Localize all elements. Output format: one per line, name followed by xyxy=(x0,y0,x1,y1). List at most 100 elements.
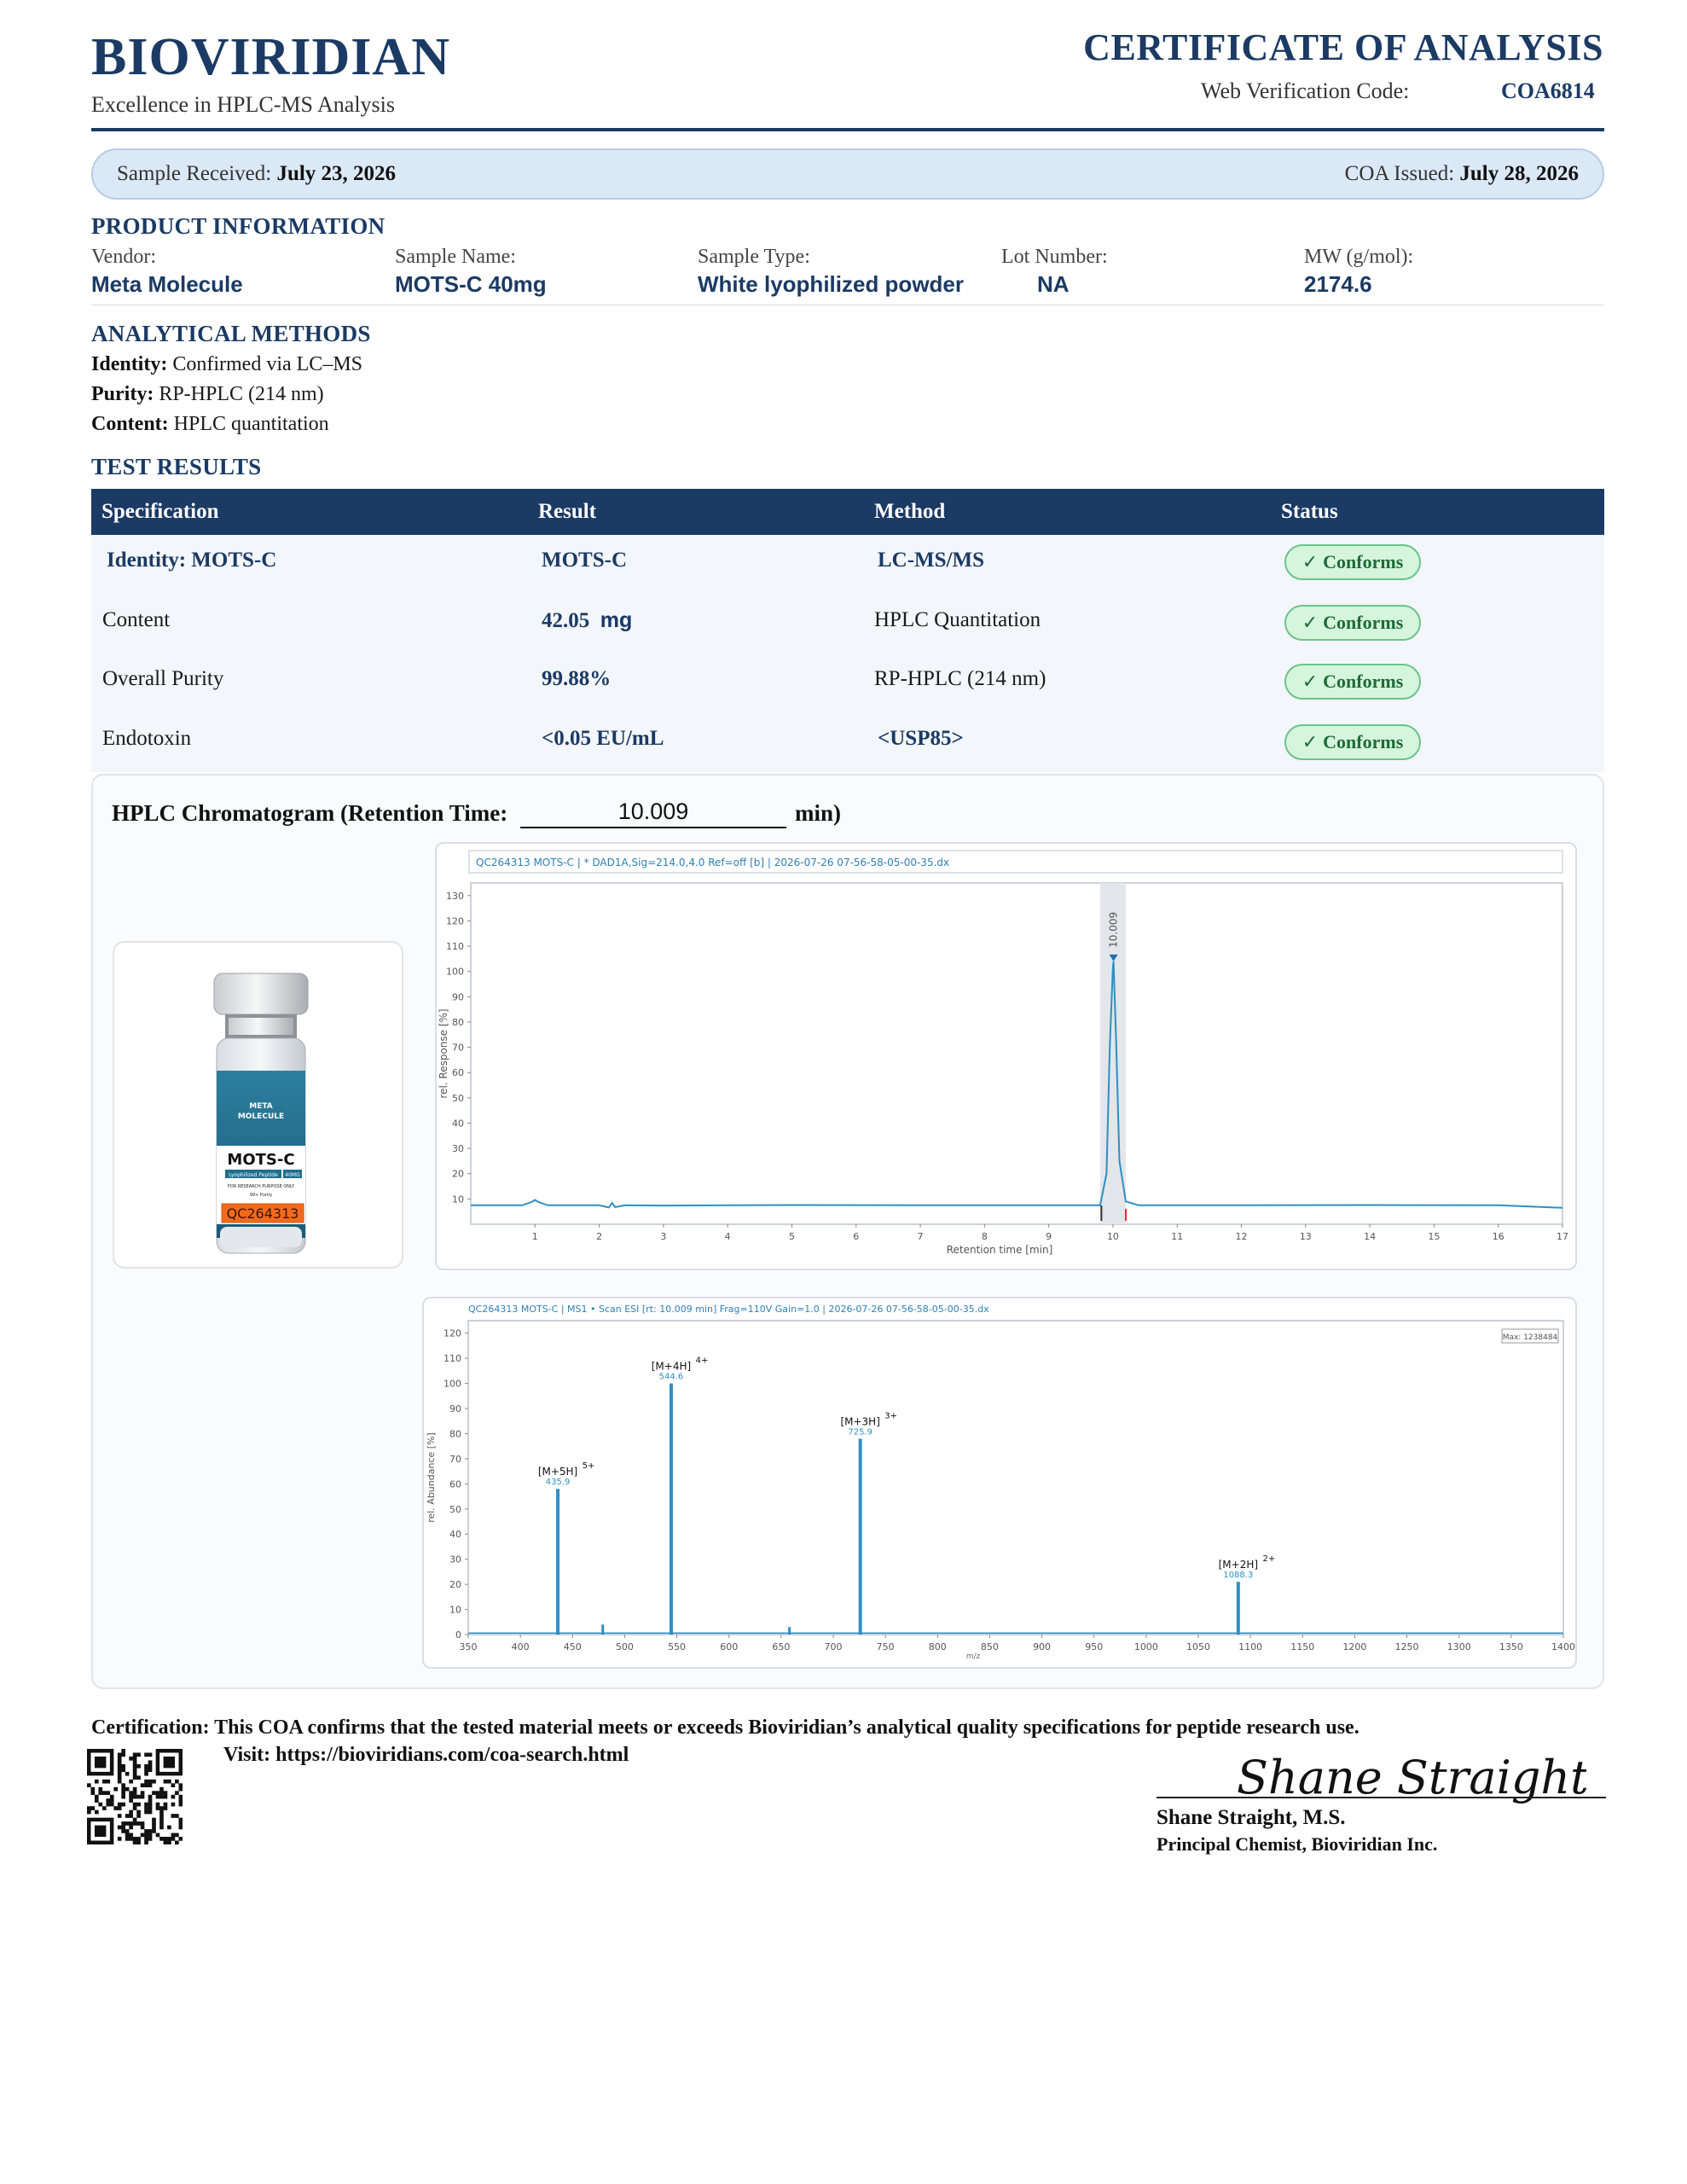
qr-module xyxy=(175,1833,179,1838)
qr-module xyxy=(159,1814,164,1818)
sample-type-value: White lyophilized powder xyxy=(698,271,964,297)
qr-module xyxy=(121,1821,125,1826)
qr-module xyxy=(113,1786,119,1792)
row-endotoxin-method: <USP85> xyxy=(878,727,964,750)
chromatogram-title: HPLC Chromatogram (Retention Time: xyxy=(112,800,508,826)
hplc-chart-title: QC264313 MOTS-C | * DAD1A,Sig=214.0,4.0 … xyxy=(476,857,949,868)
qr-module xyxy=(129,1825,133,1830)
qr-module xyxy=(117,1756,122,1761)
ms-x-tick-label: 1000 xyxy=(1134,1641,1158,1653)
ms-x-tick-label: 1300 xyxy=(1447,1641,1471,1653)
qr-module xyxy=(144,1771,148,1776)
ms-x-axis-label: m/z xyxy=(966,1653,981,1661)
coa-issued-date: July 28, 2026 xyxy=(1459,162,1579,185)
hplc-y-tick-label: 80 xyxy=(452,1017,464,1028)
hplc-x-tick-label: 3 xyxy=(660,1231,666,1242)
ms-y-tick-label: 0 xyxy=(455,1629,461,1641)
qr-module xyxy=(132,1763,137,1769)
qr-code-icon[interactable] xyxy=(87,1749,183,1844)
product-info-title: PRODUCT INFORMATION xyxy=(91,213,386,239)
qr-module xyxy=(90,1786,96,1792)
qr-module xyxy=(87,1783,91,1787)
qr-module xyxy=(155,1791,160,1795)
qr-module xyxy=(148,1829,153,1833)
qr-module xyxy=(90,1791,96,1795)
qr-module xyxy=(163,1802,168,1807)
ms-x-tick-label: 1250 xyxy=(1395,1641,1419,1653)
qr-module xyxy=(148,1763,153,1769)
qr-module xyxy=(121,1763,125,1769)
qr-module xyxy=(121,1794,125,1799)
retention-time-value: 10.009 xyxy=(520,799,786,828)
hplc-x-tick-label: 11 xyxy=(1171,1231,1183,1242)
qr-module xyxy=(94,1779,99,1784)
hplc-y-tick-label: 70 xyxy=(452,1043,464,1054)
hplc-y-tick-label: 90 xyxy=(452,991,464,1002)
coa-issued: COA Issued: July 28, 2026 xyxy=(1344,162,1579,185)
row-purity-result: 99.88% xyxy=(542,667,612,690)
qr-module xyxy=(163,1794,168,1799)
qr-module xyxy=(101,1806,107,1810)
qr-module xyxy=(94,1798,99,1803)
svg-text:Lyophilized Peptide: Lyophilized Peptide xyxy=(229,1172,278,1178)
qr-module xyxy=(109,1798,114,1803)
qr-module xyxy=(152,1791,156,1795)
qr-module xyxy=(178,1802,183,1807)
vial-image: META MOLECULE MOTS-C Lyophilized Peptide… xyxy=(213,973,309,1254)
ms-y-tick-label: 80 xyxy=(449,1428,461,1439)
mw-value: 2174.6 xyxy=(1304,271,1372,297)
qr-module xyxy=(109,1794,114,1799)
verification-link[interactable]: Visit: https://bioviridians.com/coa-sear… xyxy=(223,1744,629,1767)
qr-module xyxy=(129,1798,133,1803)
qr-module xyxy=(155,1802,160,1807)
qr-module xyxy=(163,1779,168,1784)
svg-text:MOTS-C: MOTS-C xyxy=(227,1151,294,1169)
sample-type-label: Sample Type: xyxy=(698,246,810,268)
qr-module xyxy=(140,1794,145,1799)
hplc-x-tick-label: 5 xyxy=(789,1231,795,1242)
qr-module xyxy=(121,1768,125,1773)
signer-title: Principal Chemist, Bioviridian Inc. xyxy=(1157,1833,1438,1855)
ms-max-label: Max: 1238484 xyxy=(1503,1333,1558,1342)
ms-peak-mz-label: 725.9 xyxy=(848,1427,872,1437)
ms-y-tick-label: 50 xyxy=(449,1504,461,1515)
row-identity-method: LC-MS/MS xyxy=(878,549,984,572)
ms-peak-ion-label: [M+2H] xyxy=(1219,1559,1258,1571)
check-icon: ✓ xyxy=(1301,671,1319,693)
qr-module xyxy=(117,1763,122,1769)
ms-x-tick-label: 350 xyxy=(460,1641,478,1653)
ms-x-tick-label: 900 xyxy=(1033,1641,1051,1653)
svg-text:MOLECULE: MOLECULE xyxy=(238,1112,284,1121)
lot-number-value: NA xyxy=(1037,271,1070,297)
col-status: Status xyxy=(1281,500,1338,523)
status-badge: ✓ Conforms xyxy=(1284,664,1421,700)
ms-y-tick-label: 30 xyxy=(449,1554,461,1565)
status-badge: ✓ Conforms xyxy=(1284,724,1421,760)
mass-spectrum-chart-frame: QC264313 MOTS-C | MS1 • Scan ESI [rt: 10… xyxy=(422,1297,1577,1669)
row-endotoxin-spec: Endotoxin xyxy=(102,727,192,750)
row-purity-spec: Overall Purity xyxy=(102,667,224,690)
hplc-x-tick-label: 14 xyxy=(1364,1231,1376,1242)
col-result: Result xyxy=(538,500,597,523)
qr-module xyxy=(140,1833,145,1838)
hplc-peak-label: 10.009 xyxy=(1108,912,1120,948)
qr-module xyxy=(148,1798,153,1803)
qr-module xyxy=(167,1779,171,1784)
svg-text:40MG: 40MG xyxy=(285,1172,300,1178)
qr-module xyxy=(167,1825,171,1830)
qr-module xyxy=(175,1779,179,1784)
qr-module xyxy=(144,1768,148,1773)
hplc-x-tick-label: 17 xyxy=(1557,1231,1568,1242)
qr-module xyxy=(136,1802,141,1807)
qr-module xyxy=(178,1794,183,1799)
qr-module xyxy=(148,1768,153,1773)
qr-module xyxy=(125,1821,130,1826)
col-specification: Specification xyxy=(101,500,219,523)
qr-module xyxy=(106,1802,111,1807)
ms-peak-ion-label: [M+4H] xyxy=(652,1361,691,1373)
analytical-methods-title: ANALYTICAL METHODS xyxy=(91,321,371,346)
qr-module xyxy=(121,1829,125,1833)
svg-text:FOR RESEARCH PURPOSE ONLY: FOR RESEARCH PURPOSE ONLY xyxy=(228,1184,295,1189)
qr-module xyxy=(163,1837,168,1841)
ms-x-tick-label: 800 xyxy=(929,1641,947,1653)
